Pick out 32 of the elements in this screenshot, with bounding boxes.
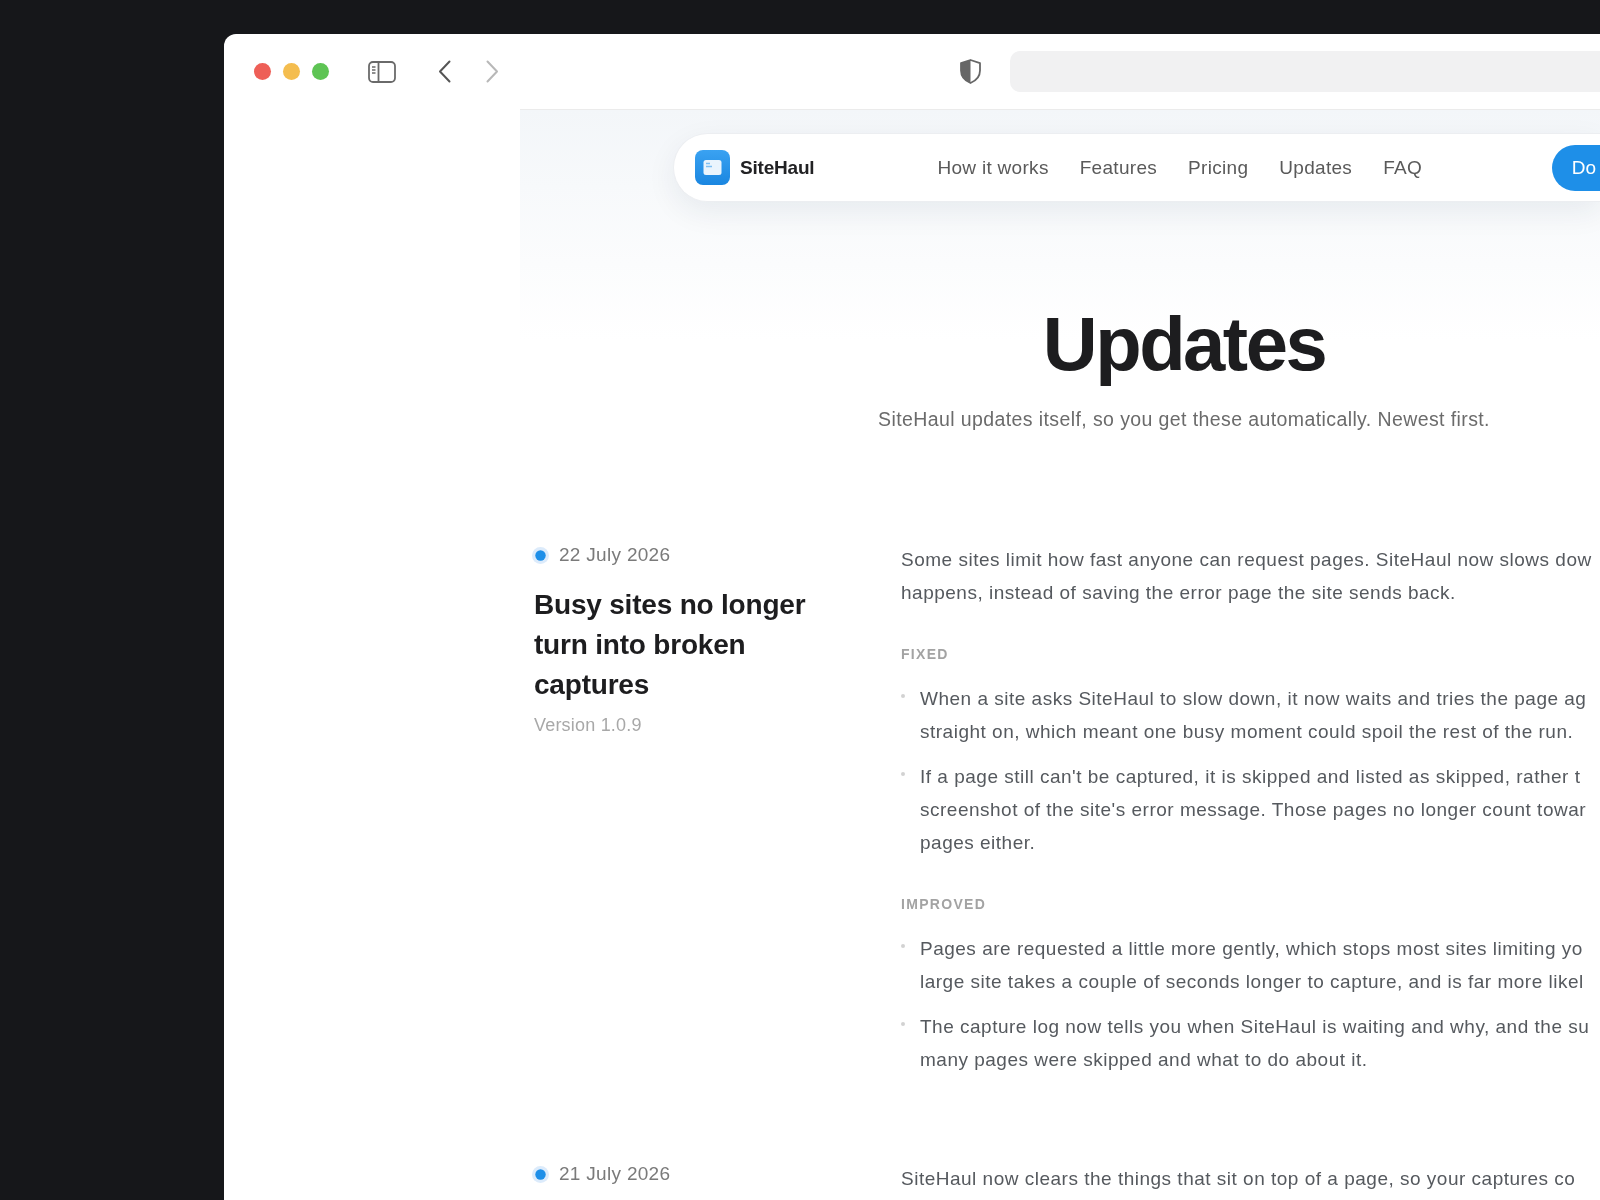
bullet-dot-icon [901,944,905,948]
back-button[interactable] [438,60,451,83]
entry-version: Version 1.0.9 [534,714,642,737]
nav-link[interactable]: Pricing [1188,156,1249,179]
nav-link[interactable]: How it works [937,156,1049,179]
timeline-dot-icon [532,1165,549,1183]
entry-date: 22 July 2026 [559,543,671,567]
zoom-button[interactable] [312,63,329,80]
change-item-text: If a page still can't be captured, it is skipped and listed as skipped, rather t screenshot of the site's error message. Those pages no longer count towar pages either. [920,765,1587,855]
change-item-text: When a site asks SiteHaul to slow down, it now waits and tries the page ag straight on, which meant one busy moment could spoil the rest of the run. [920,687,1587,744]
entry-date: 21 July 2026 [559,1162,671,1186]
nav-link[interactable]: Updates [1279,156,1353,179]
nav-link[interactable]: Features [1079,156,1158,179]
close-button[interactable] [254,63,271,80]
change-item-text: Pages are requested a little more gently, which stops most sites limiting yo large site takes a couple of seconds longer to capture, and is far more likel [920,937,1584,994]
minimize-button[interactable] [283,63,300,80]
page-subtitle: SiteHaul updates itself, so you get these automatically. Newest first. [878,407,1490,431]
brand-name[interactable]: SiteHaul [740,156,815,179]
shield-icon[interactable] [960,59,981,84]
change-item-text: The capture log now tells you when SiteHaul is waiting and why, and the su many pages were skipped and what to do about it. [920,1015,1590,1072]
nav-link[interactable]: FAQ [1383,156,1423,179]
timeline-dot-icon [532,546,549,564]
section-heading: FIXED [901,645,949,664]
bullet-dot-icon [901,694,905,698]
entry-title: Busy sites no longer turn into broken captures [534,588,807,702]
bullet-dot-icon [901,1022,905,1026]
entry-summary: Some sites limit how fast anyone can request pages. SiteHaul now slows dow happens, instead of saving the error page the site sends back. [901,548,1592,605]
sidebar-toggle-button[interactable] [368,60,396,83]
entry-summary: SiteHaul now clears the things that sit on top of a page, so your captures co [901,1167,1576,1191]
bullet-dot-icon [901,772,905,776]
app-logo-icon[interactable] [695,150,730,185]
section-heading: IMPROVED [901,895,987,914]
